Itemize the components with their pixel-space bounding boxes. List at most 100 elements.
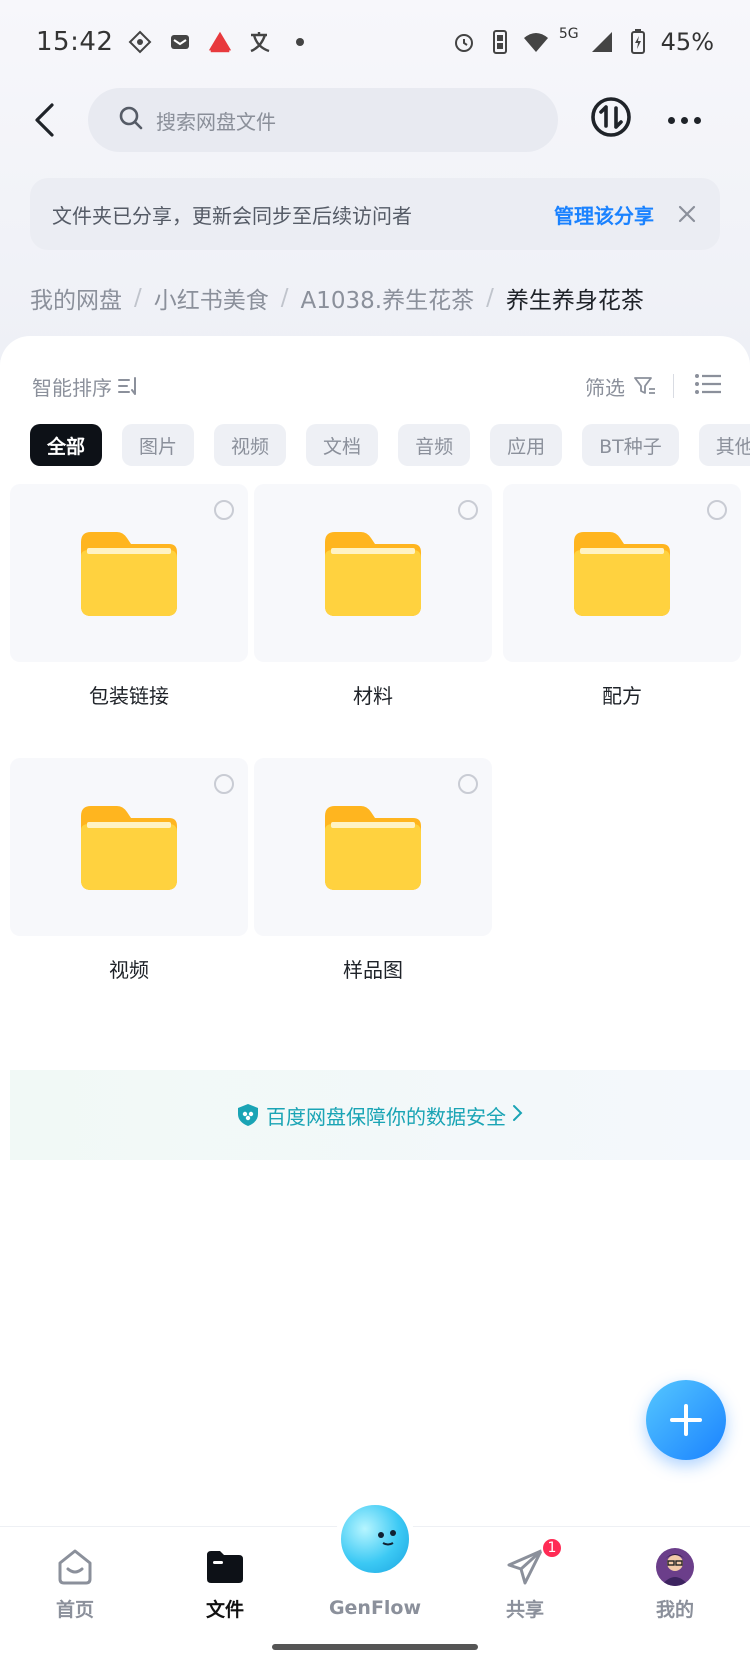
nav-home[interactable]: 首页: [20, 1545, 130, 1622]
sort-icon: [118, 377, 136, 395]
folder-tile[interactable]: 样品图: [254, 758, 492, 983]
home-icon: [53, 1545, 97, 1589]
battery-charging-icon: [625, 29, 651, 55]
folder-icon: [325, 532, 421, 616]
avatar: [653, 1545, 697, 1589]
sort-filter-row: 智能排序 筛选: [32, 366, 722, 406]
mail-icon: [167, 29, 193, 55]
folder-icon: [574, 532, 670, 616]
plus-icon: [670, 1404, 702, 1436]
nav-genflow-label[interactable]: GenFlow: [320, 1597, 430, 1619]
battery-percent: 45%: [660, 28, 714, 56]
folder-filled-icon: [203, 1545, 247, 1589]
notification-icons: [127, 29, 313, 55]
folder-name: 材料: [353, 684, 393, 708]
avatar-image: [656, 1548, 694, 1586]
breadcrumb-item[interactable]: 我的网盘: [30, 281, 122, 315]
chip-videos[interactable]: 视频: [214, 424, 287, 466]
vibrate-icon: [487, 29, 513, 55]
chip-apps[interactable]: 应用: [490, 424, 563, 466]
chip-documents[interactable]: 文档: [306, 424, 379, 466]
nav-share-label: 共享: [505, 1599, 544, 1621]
folder-tile[interactable]: 材料: [254, 484, 492, 709]
folder-name: 包装链接: [89, 684, 169, 708]
chip-other[interactable]: 其他: [698, 424, 750, 466]
select-radio[interactable]: [707, 500, 727, 520]
translate-icon: [247, 29, 273, 55]
nav-files[interactable]: 文件: [170, 1545, 280, 1622]
breadcrumb-separator: /: [134, 285, 142, 311]
more-icon-dot: [680, 116, 688, 124]
select-radio[interactable]: [458, 500, 478, 520]
search-icon: [118, 105, 144, 135]
folder-tile[interactable]: 包装链接: [10, 484, 248, 709]
list-view-icon[interactable]: [694, 372, 722, 401]
system-icons: 5G 45%: [451, 26, 714, 56]
breadcrumb: 我的网盘 / 小红书美食 / A1038.养生花茶 / 养生养身花茶: [30, 278, 644, 318]
send-icon: 1: [503, 1537, 563, 1589]
filter-label: 筛选: [585, 375, 625, 400]
folder-name: 视频: [109, 958, 149, 982]
dot-icon: [287, 29, 313, 55]
folder-thumbnail[interactable]: [254, 484, 492, 662]
share-badge: 1: [541, 1537, 563, 1559]
folder-tile[interactable]: 配方: [503, 484, 741, 709]
filter-icon: [634, 377, 655, 394]
nav-mine-label: 我的: [655, 1599, 694, 1621]
chevron-left-icon: [35, 103, 54, 137]
breadcrumb-item[interactable]: A1038.养生花茶: [301, 281, 475, 315]
folder-thumbnail[interactable]: [10, 758, 248, 936]
chevron-right-icon: [512, 1103, 524, 1127]
signal-icon: [589, 29, 615, 55]
filter-button[interactable]: 筛选: [585, 372, 657, 401]
breadcrumb-current: 养生养身花茶: [505, 288, 644, 314]
nav-home-label: 首页: [55, 1599, 94, 1621]
manage-share-link[interactable]: 管理该分享: [554, 200, 654, 229]
folder-icon: [81, 806, 177, 890]
data-safety-text: 百度网盘保障你的数据安全: [266, 1104, 506, 1129]
nav-mine[interactable]: 我的: [620, 1545, 730, 1622]
folder-name: 配方: [602, 684, 642, 708]
search-placeholder: 搜索网盘文件: [156, 109, 276, 134]
alarm-icon: [451, 29, 477, 55]
back-button[interactable]: [22, 98, 66, 142]
sort-label: 智能排序: [32, 375, 112, 400]
nav-share[interactable]: 1 共享: [470, 1537, 580, 1622]
close-icon[interactable]: [676, 203, 698, 225]
share-notice-text: 文件夹已分享，更新会同步至后续访问者: [52, 203, 412, 228]
folder-thumbnail[interactable]: [503, 484, 741, 662]
select-radio[interactable]: [214, 774, 234, 794]
more-icon-dot: [693, 116, 701, 124]
folder-icon: [81, 532, 177, 616]
more-options-button[interactable]: [664, 102, 704, 138]
more-icon-dot: [667, 116, 675, 124]
chip-images[interactable]: 图片: [122, 424, 195, 466]
data-safety-banner[interactable]: 百度网盘保障你的数据安全: [10, 1070, 750, 1160]
folder-name: 样品图: [343, 958, 403, 982]
wifi-icon: [523, 29, 549, 55]
file-panel: 智能排序 筛选 全部 图片 视频 文档 音频 应用 BT种子 其他 包装链接 材…: [0, 336, 750, 1526]
breadcrumb-item[interactable]: 小红书美食: [154, 281, 269, 315]
chip-audio[interactable]: 音频: [398, 424, 471, 466]
select-radio[interactable]: [458, 774, 478, 794]
search-input[interactable]: 搜索网盘文件: [88, 88, 558, 152]
folder-thumbnail[interactable]: [10, 484, 248, 662]
folder-thumbnail[interactable]: [254, 758, 492, 936]
chip-all[interactable]: 全部: [30, 424, 103, 466]
app-logo-icon: [207, 29, 233, 55]
genflow-orb-icon[interactable]: [335, 1499, 415, 1579]
chip-bt[interactable]: BT种子: [582, 424, 679, 466]
status-bar: 15:42 5G 45%: [0, 0, 750, 84]
transfer-button[interactable]: [590, 96, 632, 138]
folder-tile[interactable]: 视频: [10, 758, 248, 983]
share-notice-banner: 文件夹已分享，更新会同步至后续访问者 管理该分享: [30, 178, 720, 250]
add-button[interactable]: [646, 1380, 726, 1460]
header: 搜索网盘文件: [0, 84, 750, 154]
app-notification-icon: [127, 29, 153, 55]
transfer-icon: [591, 97, 631, 137]
select-radio[interactable]: [214, 500, 234, 520]
network-type: 5G: [558, 26, 579, 42]
category-chips: 全部 图片 视频 文档 音频 应用 BT种子 其他: [30, 424, 750, 468]
sort-button[interactable]: 智能排序: [32, 372, 140, 401]
divider: [673, 374, 674, 398]
